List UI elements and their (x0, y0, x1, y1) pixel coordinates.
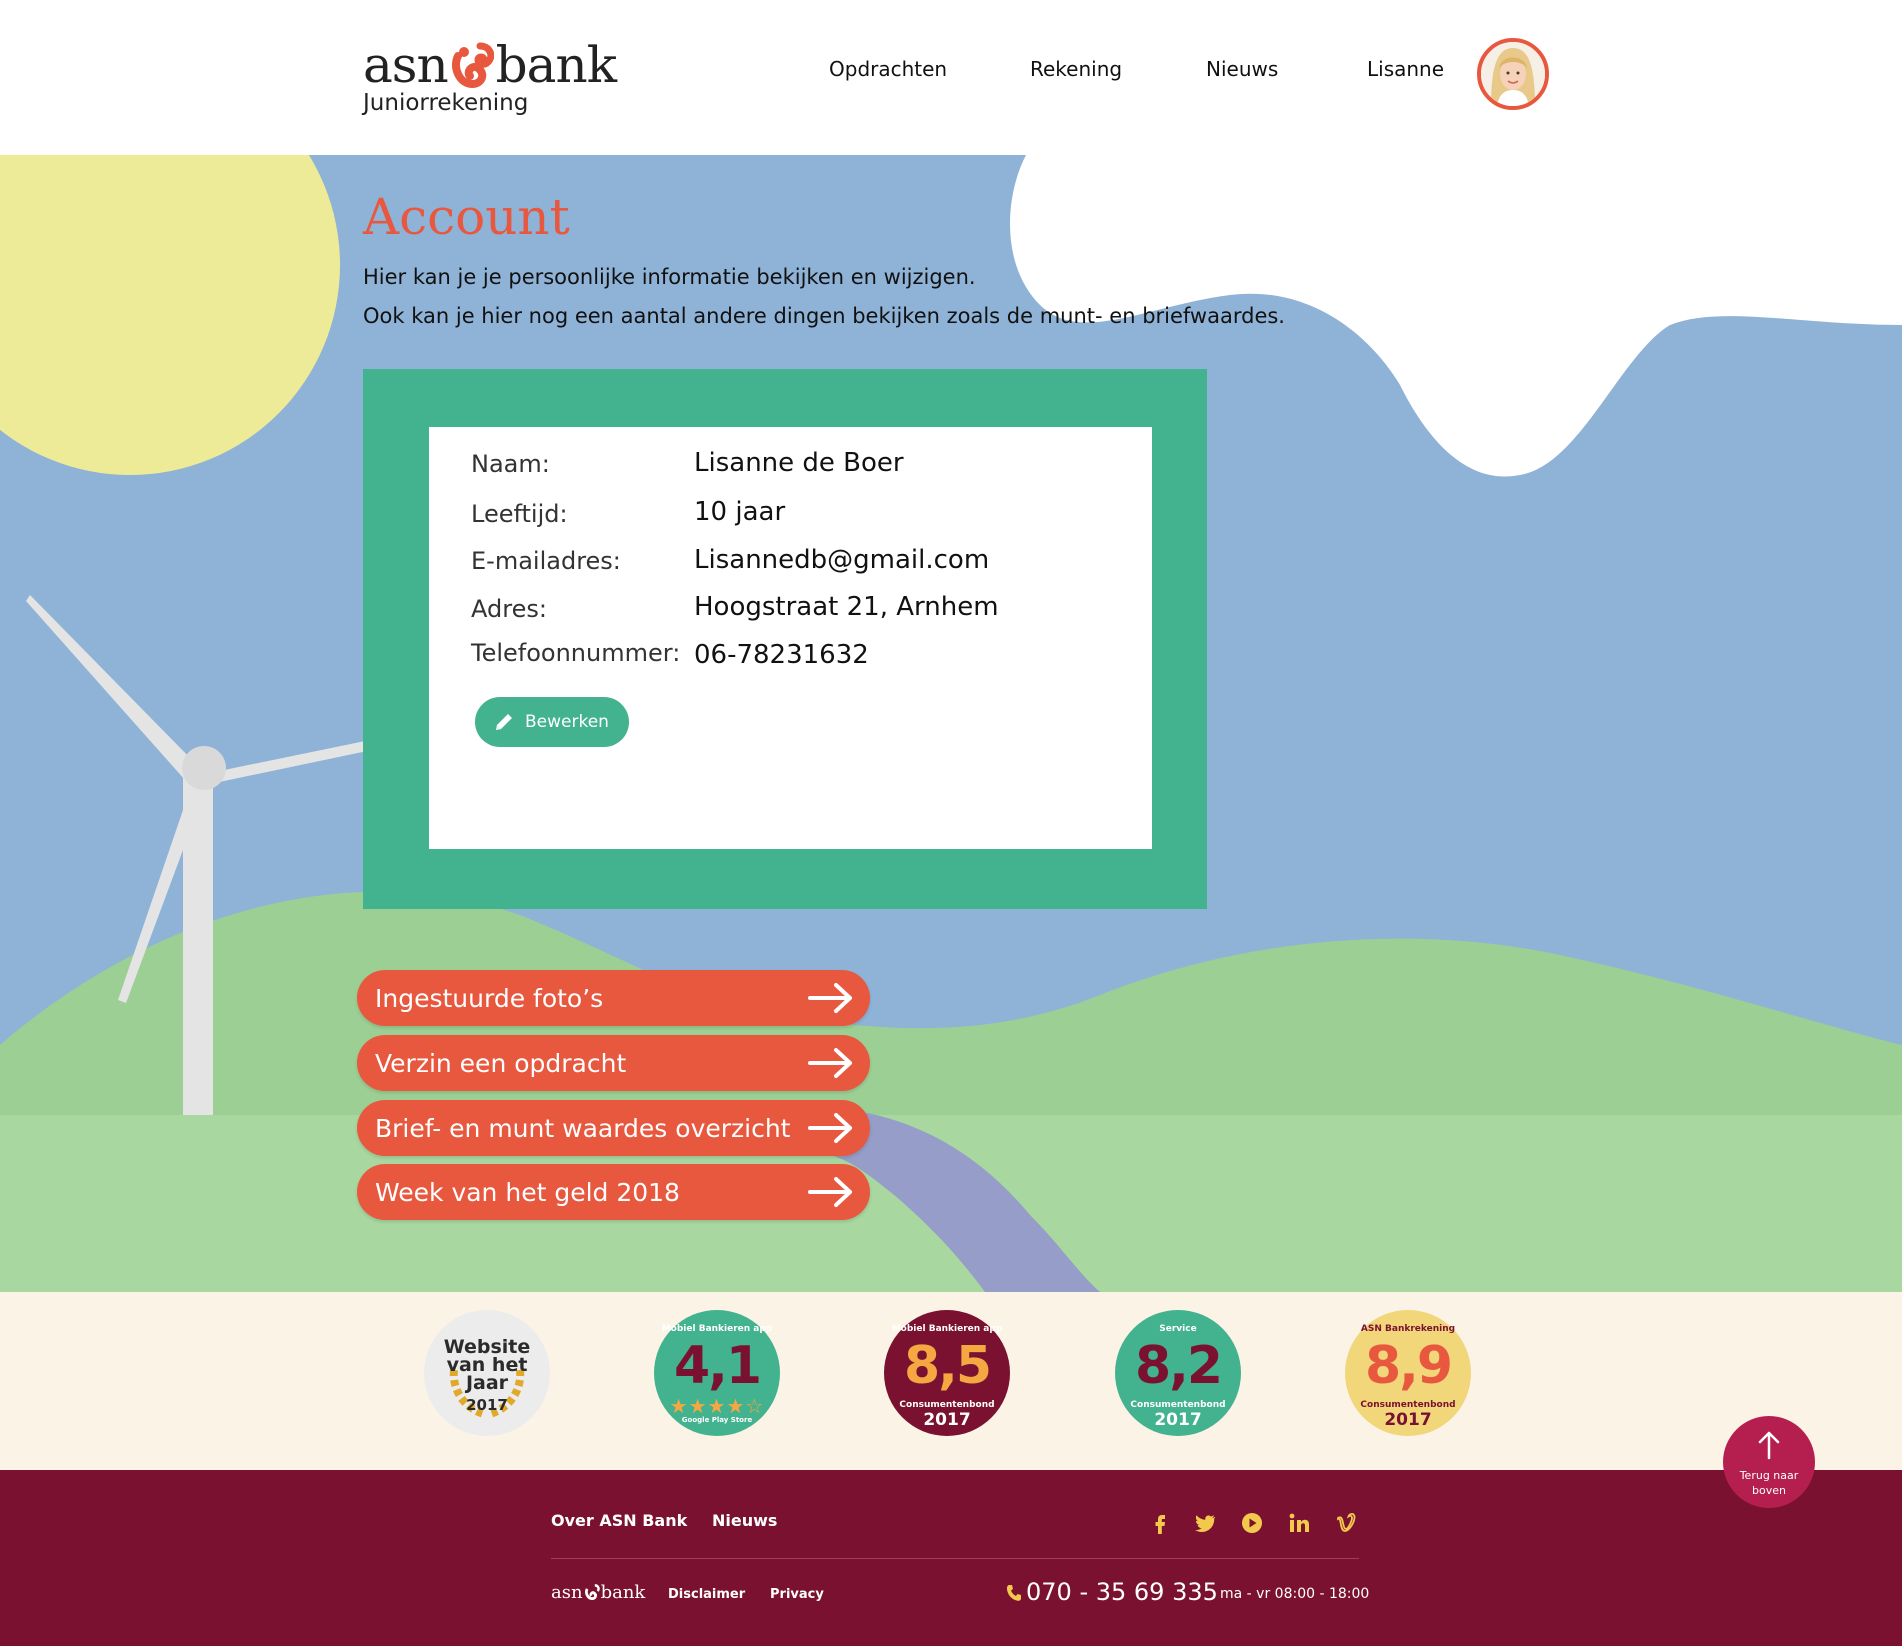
award-year: 2017 (466, 1396, 508, 1414)
arrow-up-icon (1758, 1431, 1780, 1460)
asn-logo[interactable]: asn bank (363, 36, 617, 94)
youtube-icon[interactable] (1239, 1510, 1265, 1536)
nav-nieuws[interactable]: Nieuws (1206, 57, 1278, 81)
footer-phone-number[interactable]: 070 - 35 69 335 (1026, 1578, 1218, 1606)
award-top: Mobiel Bankieren app (661, 1324, 773, 1334)
link-week-van-het-geld[interactable]: Week van het geld 2018 (357, 1164, 870, 1220)
award-source: Google Play Store (681, 1416, 753, 1424)
vimeo-icon[interactable] (1333, 1510, 1359, 1536)
back-to-top-button[interactable]: Terug naar boven (1723, 1416, 1815, 1508)
edit-button[interactable]: Bewerken (475, 697, 629, 747)
back-to-top-label: Terug naar boven (1723, 1468, 1815, 1498)
squirrel-icon (451, 42, 494, 89)
account-info-card (429, 427, 1152, 849)
logo-subtitle: Juniorrekening (363, 90, 529, 116)
arrow-right-icon (808, 1177, 852, 1207)
award-top: Service (1159, 1324, 1197, 1334)
field-value-naam: Lisanne de Boer (694, 448, 904, 478)
award-year: 2017 (1384, 1410, 1432, 1430)
stars-icon: ★★★★☆ (669, 1394, 765, 1418)
award-year: 2017 (923, 1410, 971, 1430)
nav-rekening[interactable]: Rekening (1030, 57, 1122, 81)
award-source: Consumentenbond (1130, 1400, 1226, 1410)
footer-link-disclaimer[interactable]: Disclaimer (668, 1587, 745, 1602)
award-score: 4,1 (673, 1336, 762, 1396)
link-label: Week van het geld 2018 (375, 1177, 680, 1207)
phone-icon (1006, 1585, 1021, 1601)
award-service: Service 8,2 Consumentenbond 2017 (1115, 1310, 1241, 1436)
field-label-naam: Naam: (471, 450, 550, 478)
award-google-play: Mobiel Bankieren app 4,1 ★★★★☆ Google Pl… (654, 1310, 780, 1436)
intro-text-line-1: Hier kan je je persoonlijke informatie b… (363, 265, 976, 289)
field-label-leeftijd: Leeftijd: (471, 500, 568, 528)
award-source: Consumentenbond (899, 1400, 995, 1410)
link-label: Brief- en munt waardes overzicht (375, 1113, 791, 1143)
award-source: Consumentenbond (1360, 1400, 1456, 1410)
field-label-email: E-mailadres: (471, 547, 621, 575)
award-score: 8,5 (903, 1336, 992, 1396)
field-value-email: Lisannedb@gmail.com (694, 545, 990, 575)
footer-link-privacy[interactable]: Privacy (770, 1587, 824, 1602)
footer-opening-hours: ma - vr 08:00 - 18:00 (1220, 1586, 1370, 1602)
linkedin-icon[interactable] (1286, 1510, 1312, 1536)
footer-divider (551, 1558, 1359, 1559)
award-title: Website van het Jaar (443, 1336, 531, 1394)
site-footer: Over ASN Bank Nieuws asn bank Disclaimer … (0, 1470, 1902, 1646)
field-label-adres: Adres: (471, 595, 547, 623)
site-header: asn bank Juniorrekening Opdrachten Reken… (0, 0, 1902, 155)
award-website-van-het-jaar: Website van het Jaar 2017 (424, 1310, 550, 1436)
award-top: ASN Bankrekening (1360, 1324, 1456, 1334)
footer-logo[interactable]: asn bank (551, 1582, 645, 1603)
footer-link-over-asn[interactable]: Over ASN Bank (551, 1511, 687, 1530)
link-label: Verzin een opdracht (375, 1048, 627, 1078)
field-label-telefoon: Telefoonnummer: (471, 639, 681, 667)
back-to-top-line-2: boven (1752, 1484, 1786, 1497)
squirrel-icon (584, 1584, 600, 1601)
avatar[interactable] (1477, 38, 1549, 110)
logo-word-asn: asn (363, 36, 449, 94)
nav-opdrachten[interactable]: Opdrachten (829, 57, 947, 81)
avatar-portrait-icon (1481, 42, 1545, 106)
page-title: Account (363, 188, 570, 246)
back-to-top-line-1: Terug naar (1739, 1469, 1799, 1482)
intro-text-line-2: Ook kan je hier nog een aantal andere di… (363, 304, 1285, 328)
field-value-telefoon: 06-78231632 (694, 640, 869, 670)
award-score: 8,9 (1364, 1336, 1453, 1396)
twitter-icon[interactable] (1192, 1510, 1218, 1536)
award-year: 2017 (1154, 1410, 1202, 1430)
field-value-leeftijd: 10 jaar (694, 497, 786, 527)
arrow-right-icon (808, 983, 852, 1013)
award-mobiel-bankieren: Mobiel Bankieren app 8,5 Consumentenbond… (884, 1310, 1010, 1436)
nav-profile-name[interactable]: Lisanne (1367, 57, 1444, 81)
arrow-right-icon (808, 1113, 852, 1143)
link-verzin-opdracht[interactable]: Verzin een opdracht (357, 1035, 870, 1091)
arrow-right-icon (808, 1048, 852, 1078)
award-top: Mobiel Bankieren app (891, 1324, 1003, 1334)
award-bankrekening: ASN Bankrekening 8,9 Consumentenbond 201… (1345, 1310, 1471, 1436)
link-label: Ingestuurde foto’s (375, 983, 604, 1013)
footer-logo-bank: bank (600, 1582, 646, 1603)
awards-strip: Website van het Jaar 2017 Mobiel Bankier… (0, 1292, 1902, 1470)
field-value-adres: Hoogstraat 21, Arnhem (694, 592, 999, 622)
facebook-icon[interactable] (1147, 1510, 1173, 1536)
pencil-icon (496, 714, 512, 730)
logo-word-bank: bank (495, 36, 617, 94)
link-waardes-overzicht[interactable]: Brief- en munt waardes overzicht (357, 1100, 870, 1156)
footer-logo-asn: asn (551, 1582, 583, 1603)
award-score: 8,2 (1134, 1336, 1223, 1396)
footer-link-nieuws[interactable]: Nieuws (712, 1511, 777, 1530)
link-ingestuurde-fotos[interactable]: Ingestuurde foto’s (357, 970, 870, 1026)
edit-button-label: Bewerken (525, 712, 609, 732)
